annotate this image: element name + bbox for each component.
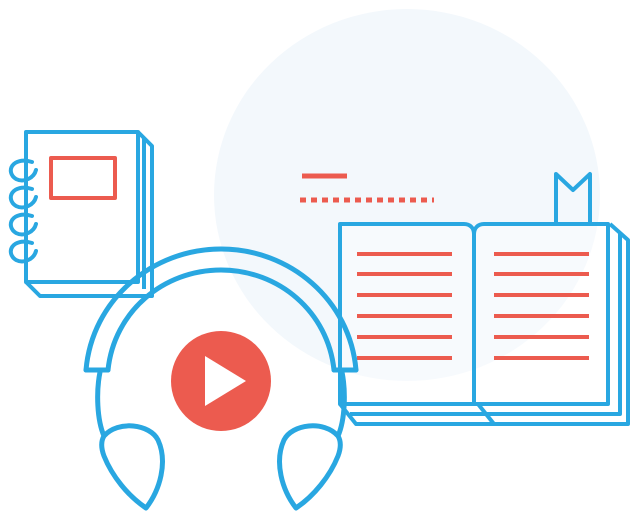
illustration-canvas [0,0,630,516]
play-icon [171,331,271,431]
left-ear-cup [99,423,165,511]
illustration [8,9,630,511]
right-ear-cup [277,423,343,511]
notebook-icon [8,130,154,298]
